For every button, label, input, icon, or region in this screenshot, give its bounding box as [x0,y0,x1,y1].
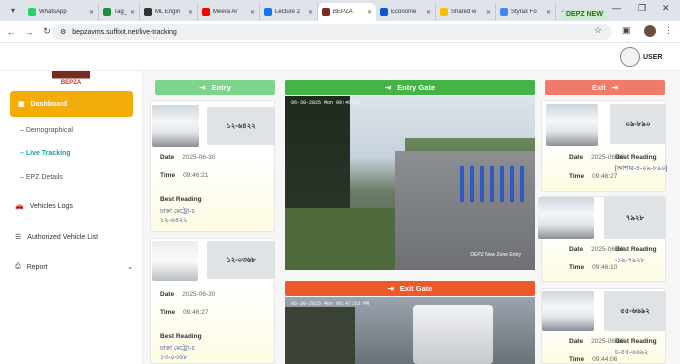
vehicle-image [538,197,594,239]
sidebar-subitem-epz-details[interactable]: – EPZ Details [20,174,63,181]
site-icon [500,8,508,16]
extensions-icon[interactable]: ▣ [622,25,631,36]
plate-image: ০৯-৮৯০ [610,104,666,144]
logout-icon: ⇥ [387,284,394,293]
bookmark-star-icon[interactable]: ☆ [594,25,602,36]
tab-search-icon[interactable]: ▾ [6,3,20,17]
entry-card[interactable]: ১২-৬৪২২ Date 2025-06-30 Time 09:46:21 Best… [150,100,275,232]
close-tab-icon[interactable]: ✕ [89,9,94,16]
profile-avatar[interactable] [644,25,656,39]
best-reading-line1: -১৯-৭৯২৮ [615,257,645,264]
vehicle-image [152,241,198,281]
plate-image: ৭৯২৮ [604,197,666,239]
close-window-icon[interactable]: ✕ [662,3,670,14]
dashboard-icon: ▦ [18,101,25,108]
camera-timestamp: 06-30-2025 Mon 09:47:53 PM [291,301,370,307]
camera-caption: DEPZ New Zone Entry [470,252,521,258]
bepza-icon [322,8,330,16]
exit-gate-camera-feed[interactable]: 06-30-2025 Mon 09:47:53 PM [285,297,535,364]
report-icon: ⎙ [15,263,21,270]
vehicle-image [152,105,199,147]
sidebar-subitem-demographical[interactable]: – Demographical [20,127,73,134]
plate-image: ১২-৬৪২২ [207,107,275,145]
browser-tab[interactable]: Styrax Fo ✕ [496,3,556,21]
close-tab-icon[interactable]: ✕ [188,9,193,16]
address-bar: ← → ↻ ⚙ bepzavms.suffixit.net/live-track… [0,21,680,43]
plate-image: ৫৫-৬৬৯২ [604,291,666,331]
browser-tab[interactable]: WhatsApp ✕ [24,3,99,21]
drive-icon [440,8,448,16]
more-menu-icon[interactable]: ⋮ [664,25,673,36]
user-name[interactable]: USER [643,54,662,61]
sidebar-item-report[interactable]: ⎙ Report ⌄ [15,263,133,271]
exit-header-button[interactable]: Exit ⇥ [545,80,665,95]
bepza-logo: BEPZA [52,71,90,86]
sidebar-item-dashboard[interactable]: ▦ Dashboard [10,91,133,117]
list-icon: ☰ [15,234,22,241]
entry-header-button[interactable]: ⇥ Entry [155,80,275,95]
site-icon [380,8,388,16]
exit-card[interactable]: ৫৫-৬৬৯২ Date 2025-06-30 Best Reading Time… [541,288,666,364]
site-info-icon[interactable]: ⚙ [60,28,66,36]
entry-gate-header[interactable]: ⇥ Entry Gate [285,80,535,95]
car-icon: 🚗 [15,203,24,210]
whatsapp-icon [28,8,36,16]
browser-tab-active[interactable]: BEPZA ✕ [318,3,376,21]
minimize-icon[interactable]: — [612,3,621,13]
exit-card[interactable]: ০৯-৮৯০ Date 2025-06-30 Best Reading Time 0… [541,100,668,192]
close-tab-icon[interactable]: ✕ [250,9,255,16]
sidebar-subitem-live-tracking[interactable]: – Live Tracking [20,150,71,157]
sidebar-item-authorized-vehicles[interactable]: ☰ Authorized Vehicle List [15,233,98,242]
sidebar-item-vehicles-logs[interactable]: 🚗 Vehicles Logs [15,202,73,211]
browser-tab[interactable]: Shared w ✕ [436,3,496,21]
browser-tab[interactable]: Econome ✕ [376,3,436,21]
browser-tab[interactable]: Lecture 2 ✕ [260,3,318,21]
browser-tab[interactable]: Tag_table✕ [99,3,140,21]
close-tab-icon[interactable]: ✕ [486,9,491,16]
sidebar: BEPZA ▦ Dashboard – Demographical – Live… [0,71,143,364]
exit-card[interactable]: ৭৯২৮ Date 2025-06-30 Best Reading Time 09:… [538,196,666,282]
entry-gate-camera-feed[interactable]: 06-30-2025 Mon 09:46:21 DEPZ New Zone En… [285,96,535,270]
browser-tab[interactable]: Meera Ar ✕ [198,3,260,21]
site-icon [144,8,152,16]
youtube-icon [202,8,210,16]
zone-badge[interactable]: DEPZ NEW [563,9,606,20]
login-icon: ⇥ [199,83,206,92]
login-icon: ⇥ [384,83,392,92]
best-reading-line2: ১২-৬৪২২ [160,217,188,224]
browser-tab[interactable]: ML Engin ✕ [140,3,198,21]
app-header [0,43,680,71]
forward-icon[interactable]: → [20,27,38,37]
best-reading-line2: ১৩-০৩৬৮ [160,354,188,361]
vehicle-image [542,291,594,331]
close-tab-icon[interactable]: ✕ [308,9,313,16]
url-input[interactable]: ⚙ bepzavms.suffixit.net/live-tracking [52,24,612,40]
vehicle-image [546,104,598,146]
exit-gate-header[interactable]: ⇥ Exit Gate [285,281,535,296]
best-reading-line1: [আশার-৪-০৯-৮৯০] [615,165,668,172]
user-avatar-icon[interactable] [620,47,640,67]
close-tab-icon[interactable]: ✕ [546,9,551,16]
maximize-icon[interactable]: ❐ [638,3,646,14]
close-tab-icon[interactable]: ✕ [426,9,431,16]
close-tab-icon[interactable]: ✕ [367,9,372,16]
sheets-icon [103,8,111,16]
chevron-down-icon: ⌄ [127,264,133,271]
camera-timestamp: 06-30-2025 Mon 09:46:21 [291,100,361,106]
back-icon[interactable]: ← [2,27,20,37]
site-icon [264,8,272,16]
logout-icon: ⇥ [611,83,619,92]
entry-card[interactable]: ১২-০৩৬৮ Date 2025-06-30 Time 09:46:27 Best… [150,238,275,364]
close-tab-icon[interactable]: ✕ [130,9,135,16]
best-reading-line1: চ-৫৫-৬৬৯২ [615,349,649,356]
plate-image: ১২-০৩৬৮ [207,241,275,279]
